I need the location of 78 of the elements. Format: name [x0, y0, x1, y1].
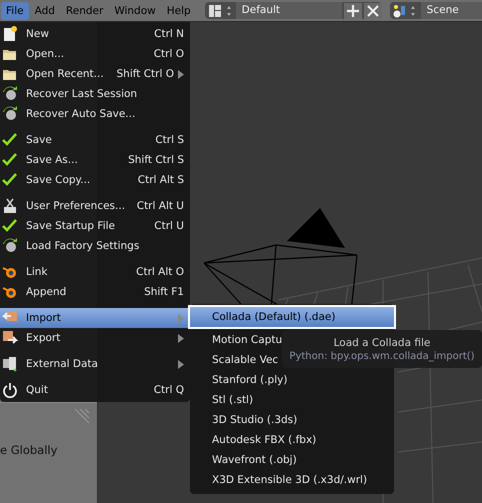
doc-icon [2, 26, 18, 42]
menu-item-label: Save As... [26, 154, 78, 166]
shortcut-label: Ctrl Alt U [136, 200, 184, 212]
recover-icon [2, 106, 18, 122]
shortcut-label: Ctrl Alt O [136, 266, 184, 278]
menu-item[interactable]: Stanford (.ply) [190, 370, 394, 390]
shortcut-label: Shift F1 [144, 286, 184, 298]
menu-item-label: Append [26, 286, 66, 298]
menu-item[interactable]: Stl (.stl) [190, 390, 394, 410]
scene-name-field[interactable]: Scene [420, 2, 482, 19]
panel-label: e Globally [0, 443, 58, 457]
menu-item[interactable]: Recover Last Session [0, 84, 190, 104]
menu-item[interactable]: Quit Ctrl Q [0, 380, 190, 400]
menu-item[interactable]: Save Copy... Ctrl Alt S [0, 170, 190, 190]
menu-item[interactable]: Recover Auto Save... [0, 104, 190, 124]
add-icon[interactable] [344, 2, 362, 18]
shortcut-label: Ctrl S [155, 134, 184, 146]
menu-button[interactable]: Window [109, 2, 161, 20]
menu-item-label: Recover Last Session [26, 88, 138, 100]
menu-item-label: Import [26, 312, 61, 324]
menu-item-label: Quit [26, 384, 48, 396]
check-icon [2, 152, 18, 168]
menu-item[interactable]: Collada (Default) (.dae) [190, 307, 394, 327]
menu-item-label: Link [26, 266, 48, 278]
shortcut-label: Shift Ctrl S [128, 154, 184, 166]
resize-grip-icon[interactable] [73, 407, 91, 425]
menu-item-label: Open... [26, 48, 64, 60]
menu-item-label: Save Startup File [26, 220, 115, 232]
menu-item-label: Save [26, 134, 52, 146]
menu-item[interactable]: User Preferences... Ctrl Alt U [0, 196, 190, 216]
menu-button[interactable]: Help [162, 2, 196, 20]
menu-button[interactable]: File [1, 2, 29, 20]
menu-item[interactable]: Save Ctrl S [0, 130, 190, 150]
recover-icon [2, 238, 18, 254]
menu-item[interactable]: Save Startup File Ctrl U [0, 216, 190, 236]
shortcut-label: Ctrl Alt S [138, 174, 184, 186]
menu-button[interactable]: Add [30, 2, 60, 20]
menu-item[interactable]: Link Ctrl Alt O [0, 262, 190, 282]
close-icon[interactable] [364, 2, 382, 18]
menu-button[interactable]: Render [60, 2, 108, 20]
shortcut-label: Ctrl U [154, 220, 184, 232]
shortcut-label: Shift Ctrl O [116, 68, 174, 80]
menu-item[interactable]: Wavefront (.obj) [190, 450, 394, 470]
menu-item[interactable]: Open... Ctrl O [0, 44, 190, 64]
menu-item-label: Recover Auto Save... [26, 108, 136, 120]
menu-item[interactable]: Save As... Shift Ctrl S [0, 150, 190, 170]
menu-item-label: Save Copy... [26, 174, 90, 186]
menu-item-label: External Data [26, 358, 98, 370]
menu-item[interactable]: Open Recent... Shift Ctrl O [0, 64, 190, 84]
tooltip-title: Load a Collada file [334, 336, 430, 348]
export-icon [2, 330, 18, 346]
power-icon [2, 382, 18, 398]
menu-item[interactable]: Import [0, 308, 190, 328]
check-icon [2, 132, 18, 148]
layout-name-field[interactable]: Default [236, 2, 342, 19]
menu-item-label: Export [26, 332, 60, 344]
menu-item[interactable]: 3D Studio (.3ds) [190, 410, 394, 430]
menu-item[interactable]: X3D Extensible 3D (.x3d/.wrl) [190, 470, 394, 490]
recover-icon [2, 86, 18, 102]
menu-item[interactable]: External Data [0, 354, 190, 374]
menu-item[interactable]: New Ctrl N [0, 24, 190, 44]
menu-item-label: Open Recent... [26, 68, 104, 80]
menu-item-label: User Preferences... [26, 200, 126, 212]
shortcut-label: Ctrl O [154, 48, 184, 60]
check-icon [2, 172, 18, 188]
tooltip-python-path: Python: bpy.ops.wm.collada_import() [289, 350, 475, 362]
check-icon [2, 218, 18, 234]
menu-item[interactable]: Export [0, 328, 190, 348]
shortcut-label: Ctrl Q [154, 384, 184, 396]
menu-item-label: Load Factory Settings [26, 240, 140, 252]
layout-icon [208, 4, 234, 18]
scene-selector[interactable]: Scene [390, 2, 482, 19]
menu-item[interactable]: Load Factory Settings [0, 236, 190, 256]
menu-item[interactable]: Autodesk FBX (.fbx) [190, 430, 394, 450]
menu-item[interactable]: Append Shift F1 [0, 282, 190, 302]
menu-item-label: New [26, 28, 49, 40]
shortcut-label: Ctrl N [154, 28, 184, 40]
layout-selector[interactable]: Default [204, 2, 382, 19]
